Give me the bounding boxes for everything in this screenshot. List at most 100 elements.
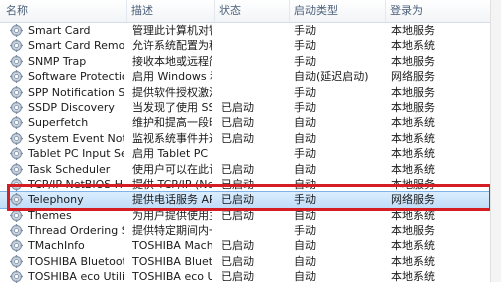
service-description: 当发现了使用 SS... xyxy=(132,100,212,114)
service-gear-icon xyxy=(10,100,23,114)
service-row[interactable]: SSDP Discovery 当发现了使用 SS... 已启动 手动 本地服务 xyxy=(0,100,501,115)
service-status: 已启动 xyxy=(221,270,254,284)
service-row[interactable]: SPP Notification Servi... 提供软件授权激活... 手动 本地… xyxy=(0,85,501,100)
service-name: Tablet PC Input Service xyxy=(28,147,124,161)
service-name: Themes xyxy=(28,208,72,222)
service-status xyxy=(219,38,279,53)
service-startup-type: 手动 xyxy=(294,100,316,114)
service-row[interactable]: Smart Card Removal ... 允许系统配置为移... 手动 本地系统 xyxy=(0,38,501,53)
service-name: System Event Notifica... xyxy=(28,131,124,145)
service-log-on-as: 本地系统 xyxy=(391,39,435,53)
service-name: Thread Ordering Ser... xyxy=(28,224,124,238)
service-status xyxy=(219,223,279,238)
service-gear-icon xyxy=(10,193,23,207)
service-name: Telephony xyxy=(28,193,84,207)
service-row[interactable]: Task Scheduler 使用户可以在此计... 已启动 自动 本地系统 xyxy=(0,162,501,177)
services-list: Smart Card管理此计算机对智...手动本地服务Smart Card Re… xyxy=(0,23,501,285)
column-header-name[interactable]: 名称 xyxy=(0,0,127,22)
service-row[interactable]: Tablet PC Input Service 启用 Tablet PC 笔...… xyxy=(0,146,501,161)
service-startup-type: 手动 xyxy=(294,147,316,161)
service-row[interactable]: SNMP Trap 接收本地或远程简... 手动 本地服务 xyxy=(0,54,501,69)
service-gear-icon xyxy=(10,116,23,130)
service-name: SSDP Discovery xyxy=(28,100,115,114)
service-log-on-as: 本地服务 xyxy=(391,54,435,68)
service-gear-icon xyxy=(10,70,23,84)
service-log-on-as: 本地服务 xyxy=(391,100,435,114)
service-log-on-as: 本地系统 xyxy=(391,270,435,284)
service-log-on-as: 本地服务 xyxy=(391,85,435,99)
service-row[interactable]: Smart Card 管理此计算机对智... 手动 本地服务 xyxy=(0,23,501,38)
service-startup-type: 自动 xyxy=(294,254,316,268)
service-gear-icon xyxy=(10,270,23,284)
service-row[interactable]: Telephony 提供电话服务 API... 已启动 手动 网络服务 xyxy=(0,191,501,209)
service-gear-icon xyxy=(10,24,23,37)
service-status xyxy=(219,146,279,161)
service-startup-type: 自动 xyxy=(294,162,316,176)
service-gear-icon xyxy=(10,177,23,191)
service-name: Smart Card xyxy=(28,24,91,37)
service-startup-type: 自动 xyxy=(294,239,316,253)
column-header-description[interactable]: 描述 xyxy=(127,0,215,22)
service-log-on-as: 网络服务 xyxy=(391,70,435,84)
column-header-log-on-as[interactable]: 登录为 xyxy=(386,0,491,22)
service-status xyxy=(219,23,279,38)
service-description: 启用 Tablet PC 笔... xyxy=(132,147,212,161)
service-gear-icon xyxy=(10,131,23,145)
service-gear-icon xyxy=(10,54,23,68)
service-row[interactable]: Thread Ordering Ser... 提供特定期间内一... 手动 本地服务 xyxy=(0,223,501,238)
service-row[interactable]: System Event Notifica... 监视系统事件并通... 已启动 自动… xyxy=(0,131,501,146)
service-row[interactable]: Software Protection 启用 Windows 和... 自动(延迟启… xyxy=(0,69,501,84)
service-log-on-as: 本地系统 xyxy=(391,116,435,130)
service-row[interactable]: TOSHIBA eco Utility S... TOSHIBA eco Ut..… xyxy=(0,269,501,284)
service-log-on-as: 本地服务 xyxy=(391,24,435,37)
service-startup-type: 自动 xyxy=(294,177,316,191)
service-status: 已启动 xyxy=(221,162,254,176)
service-name: Superfetch xyxy=(28,116,89,130)
service-row[interactable]: Superfetch 维护和提高一段时... 已启动 自动 本地系统 xyxy=(0,115,501,130)
service-status xyxy=(219,69,279,84)
service-row[interactable]: TMachInfo TOSHIBA Machi... 已启动 自动 本地系统 xyxy=(0,238,501,253)
service-startup-type: 手动 xyxy=(294,85,316,99)
service-description: 提供软件授权激活... xyxy=(132,85,212,99)
service-description: 提供电话服务 API... xyxy=(132,193,212,207)
service-gear-icon xyxy=(10,85,23,99)
service-row[interactable]: TCP/IP NetBIOS Helper 提供 TCP/IP (Net... 已启… xyxy=(0,177,501,192)
service-row[interactable]: TOSHIBA Bluetooth S... TOSHIBA Blueto... 已… xyxy=(0,254,501,269)
service-gear-icon xyxy=(10,224,23,238)
service-startup-type: 手动 xyxy=(294,193,316,207)
service-status: 已启动 xyxy=(221,100,254,114)
service-startup-type: 手动 xyxy=(294,24,316,37)
service-description: 接收本地或远程简... xyxy=(132,54,212,68)
service-gear-icon xyxy=(10,162,23,176)
service-description: 监视系统事件并通... xyxy=(132,131,212,145)
service-description: 启用 Windows 和... xyxy=(132,70,212,84)
service-description: 允许系统配置为移... xyxy=(132,39,212,53)
service-description: 管理此计算机对智... xyxy=(132,24,212,37)
service-gear-icon xyxy=(10,208,23,222)
service-description: TOSHIBA Machi... xyxy=(132,239,212,253)
service-log-on-as: 本地服务 xyxy=(391,177,435,191)
service-status xyxy=(219,85,279,100)
service-startup-type: 自动 xyxy=(294,131,316,145)
service-log-on-as: 本地服务 xyxy=(391,224,435,238)
service-description: TOSHIBA Blueto... xyxy=(132,254,212,268)
service-startup-type: 手动 xyxy=(294,39,316,53)
service-name: SNMP Trap xyxy=(28,54,87,68)
column-header-status[interactable]: 状态 xyxy=(215,0,290,22)
service-startup-type: 手动 xyxy=(294,54,316,68)
service-status: 已启动 xyxy=(221,193,254,207)
service-row[interactable]: Themes 为用户提供使用主... 已启动 自动 本地系统 xyxy=(0,208,501,223)
service-name: Software Protection xyxy=(28,70,124,84)
service-gear-icon xyxy=(10,254,23,268)
service-name: TOSHIBA eco Utility S... xyxy=(28,270,124,284)
service-name: TOSHIBA Bluetooth S... xyxy=(28,254,124,268)
service-description: 提供 TCP/IP (Net... xyxy=(132,177,212,191)
vertical-scrollbar[interactable] xyxy=(490,0,501,282)
service-status: 已启动 xyxy=(221,131,254,145)
column-header-startup-type[interactable]: 启动类型 xyxy=(290,0,386,22)
service-log-on-as: 本地系统 xyxy=(391,147,435,161)
service-gear-icon xyxy=(10,239,23,253)
service-name: TCP/IP NetBIOS Helper xyxy=(28,177,124,191)
service-name: Smart Card Removal ... xyxy=(28,39,124,53)
service-gear-icon xyxy=(10,39,23,53)
